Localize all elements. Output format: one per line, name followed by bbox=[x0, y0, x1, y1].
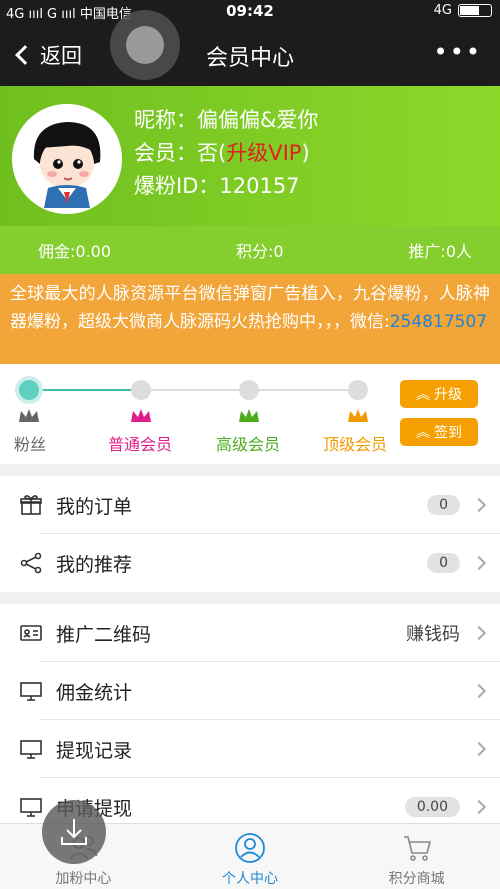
tab-personal-center[interactable]: 个人中心 bbox=[167, 824, 334, 889]
floating-assistive-button[interactable] bbox=[110, 10, 180, 80]
double-chevron-up-icon: ︽ bbox=[416, 425, 430, 441]
user-icon bbox=[235, 833, 265, 863]
menu-item-orders[interactable]: 我的订单 0 bbox=[0, 476, 500, 534]
profile-header: 昵称：偏偏偏&爱你 会员：否(升级VIP) 爆粉ID：120157 bbox=[0, 86, 500, 226]
menu-label: 我的推荐 bbox=[56, 553, 133, 576]
floating-download-button[interactable] bbox=[42, 800, 106, 864]
stats-bar: 佣金:0.00 积分:0 推广:0人 bbox=[0, 226, 500, 274]
menu-item-referrals[interactable]: 我的推荐 0 bbox=[0, 534, 500, 592]
status-bar: 4G ıııl G ıııl 中国电信 09:42 4G bbox=[0, 0, 500, 22]
menu-label: 我的订单 bbox=[56, 495, 133, 518]
id-value: 120157 bbox=[219, 174, 300, 198]
tab-label: 积分商城 bbox=[388, 871, 445, 887]
monitor-icon bbox=[18, 736, 44, 762]
crown-icon bbox=[348, 409, 368, 422]
level-dot-normal bbox=[131, 380, 151, 400]
nickname-value: 偏偏偏&爱你 bbox=[197, 108, 319, 132]
tab-label: 加粉中心 bbox=[55, 871, 112, 887]
upgrade-button[interactable]: ︽ 升级 bbox=[400, 380, 478, 408]
level-dot-fans bbox=[19, 380, 39, 400]
checkin-button[interactable]: ︽ 签到 bbox=[400, 418, 478, 446]
nav-bar: 返回 会员中心 ••• bbox=[0, 22, 500, 86]
member-levels: 粉丝 普通会员 高级会员 顶级会员 ︽ 升级 ︽ 签到 bbox=[0, 364, 500, 464]
avatar[interactable] bbox=[12, 104, 122, 214]
upgrade-vip-link[interactable]: 升级VIP bbox=[226, 141, 301, 165]
chevron-right-icon bbox=[471, 741, 487, 757]
nickname-label: 昵称： bbox=[134, 108, 197, 132]
points-stat[interactable]: 积分:0 bbox=[236, 238, 284, 262]
menu-group-orders: 我的订单 0 我的推荐 0 bbox=[0, 476, 500, 592]
battery-icon bbox=[458, 4, 492, 17]
id-label: 爆粉ID： bbox=[134, 174, 220, 198]
menu-label: 推广二维码 bbox=[56, 623, 152, 646]
menu-item-withdraw-history[interactable]: 提现记录 bbox=[0, 720, 500, 778]
level-label-normal: 普通会员 bbox=[108, 435, 173, 454]
download-icon bbox=[61, 819, 87, 845]
wechat-id: 254817507 bbox=[389, 312, 488, 332]
menu-label: 佣金统计 bbox=[56, 681, 133, 704]
id-card-icon bbox=[18, 620, 44, 646]
level-label-advanced: 高级会员 bbox=[216, 435, 281, 454]
level-label-fans: 粉丝 bbox=[14, 435, 47, 454]
chevron-right-icon bbox=[471, 497, 487, 513]
page-title: 会员中心 bbox=[205, 46, 294, 71]
level-dot-top bbox=[348, 380, 368, 400]
cart-icon bbox=[403, 836, 431, 861]
network-indicator: 4G bbox=[433, 3, 452, 18]
crown-icon bbox=[19, 409, 39, 422]
double-chevron-up-icon: ︽ bbox=[416, 387, 430, 403]
level-dot-advanced bbox=[239, 380, 259, 400]
monitor-icon bbox=[18, 794, 44, 820]
chevron-right-icon bbox=[471, 799, 487, 815]
chevron-right-icon bbox=[471, 625, 487, 641]
count-badge: 0 bbox=[427, 495, 460, 515]
more-menu-button[interactable]: ••• bbox=[434, 38, 482, 66]
tab-points-mall[interactable]: 积分商城 bbox=[333, 824, 500, 889]
gift-icon bbox=[18, 492, 44, 518]
level-label-top: 顶级会员 bbox=[323, 435, 388, 454]
commission-stat[interactable]: 佣金:0.00 bbox=[38, 238, 111, 262]
menu-label: 提现记录 bbox=[56, 739, 133, 762]
notice-banner: 全球最大的人脉资源平台微信弹窗广告植入，九谷爆粉，人脉神器爆粉，超级大微商人脉源… bbox=[0, 274, 500, 364]
share-icon bbox=[18, 550, 44, 576]
level-track bbox=[28, 389, 358, 391]
member-label: 会员： bbox=[134, 141, 197, 165]
crown-icon bbox=[239, 409, 259, 422]
monitor-icon bbox=[18, 678, 44, 704]
promotion-stat[interactable]: 推广:0人 bbox=[408, 238, 472, 262]
menu-item-commission-stats[interactable]: 佣金统计 bbox=[0, 662, 500, 720]
crown-icon bbox=[131, 409, 151, 422]
chevron-right-icon bbox=[471, 683, 487, 699]
amount-badge: 0.00 bbox=[404, 797, 460, 817]
count-badge: 0 bbox=[427, 553, 460, 573]
clock: 09:42 bbox=[226, 2, 274, 20]
row-right-text: 赚钱码 bbox=[406, 624, 460, 645]
tab-label: 个人中心 bbox=[222, 871, 278, 887]
menu-item-qrcode[interactable]: 推广二维码 赚钱码 bbox=[0, 604, 500, 662]
profile-info: 昵称：偏偏偏&爱你 会员：否(升级VIP) 爆粉ID：120157 bbox=[134, 108, 319, 198]
member-value: 否( bbox=[197, 141, 227, 165]
chevron-right-icon bbox=[471, 555, 487, 571]
